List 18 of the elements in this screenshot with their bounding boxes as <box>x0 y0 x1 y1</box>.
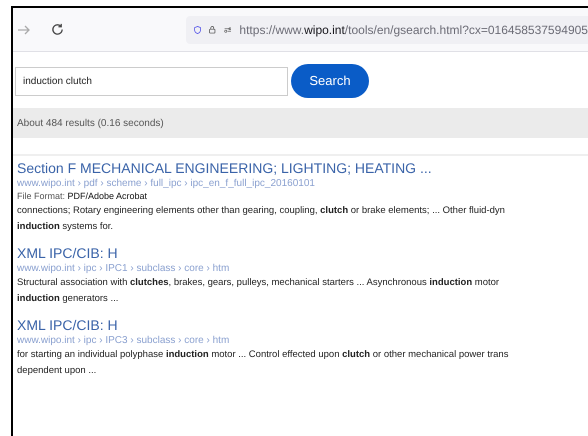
result-title[interactable]: Section F MECHANICAL ENGINEERING; LIGHTING; HEATING ... <box>17 160 588 177</box>
result-title[interactable]: XML IPC/CIB: H <box>17 317 588 334</box>
lock-icon[interactable] <box>209 23 216 36</box>
search-button[interactable]: Search <box>291 64 369 98</box>
result-snippet: connections; Rotary engineering elements other than gearing, coupling, clutch or brake elements; ... Other fluid-dyn induction systems for. <box>17 204 506 234</box>
result-breadcrumb: www.wipo.int › ipc › IPC1 › subclass › core › htm <box>17 262 230 275</box>
file-format-label: File Format: <box>17 191 66 201</box>
address-bar[interactable]: https://www.wipo.int/tools/en/gsearch.html?cx=016458537594905 <box>186 16 588 44</box>
result-snippet: Structural association with clutches, brakes, gears, pulleys, mechanical starters ... Asynchronous induction motor induction generators ... <box>17 276 500 306</box>
results-summary: About 484 results (0.16 seconds) <box>13 108 588 138</box>
search-field[interactable]: induction clutch <box>15 66 288 96</box>
reload-icon[interactable] <box>51 23 64 36</box>
result-breadcrumb: www.wipo.int › pdf › scheme › full_ipc › ipc_en_f_full_ipc_20160101 <box>17 177 316 190</box>
result-title[interactable]: XML IPC/CIB: H <box>17 245 588 262</box>
result-snippet: for starting an individual polyphase induction motor ... Control effected upon clutch or other mechanical power trans dependent upon ... <box>17 348 510 378</box>
permissions-icon[interactable] <box>224 24 232 34</box>
result-breadcrumb: www.wipo.int › ipc › IPC3 › subclass › core › htm <box>17 334 230 347</box>
file-format: PDF/Adobe Acrobat <box>68 191 148 201</box>
